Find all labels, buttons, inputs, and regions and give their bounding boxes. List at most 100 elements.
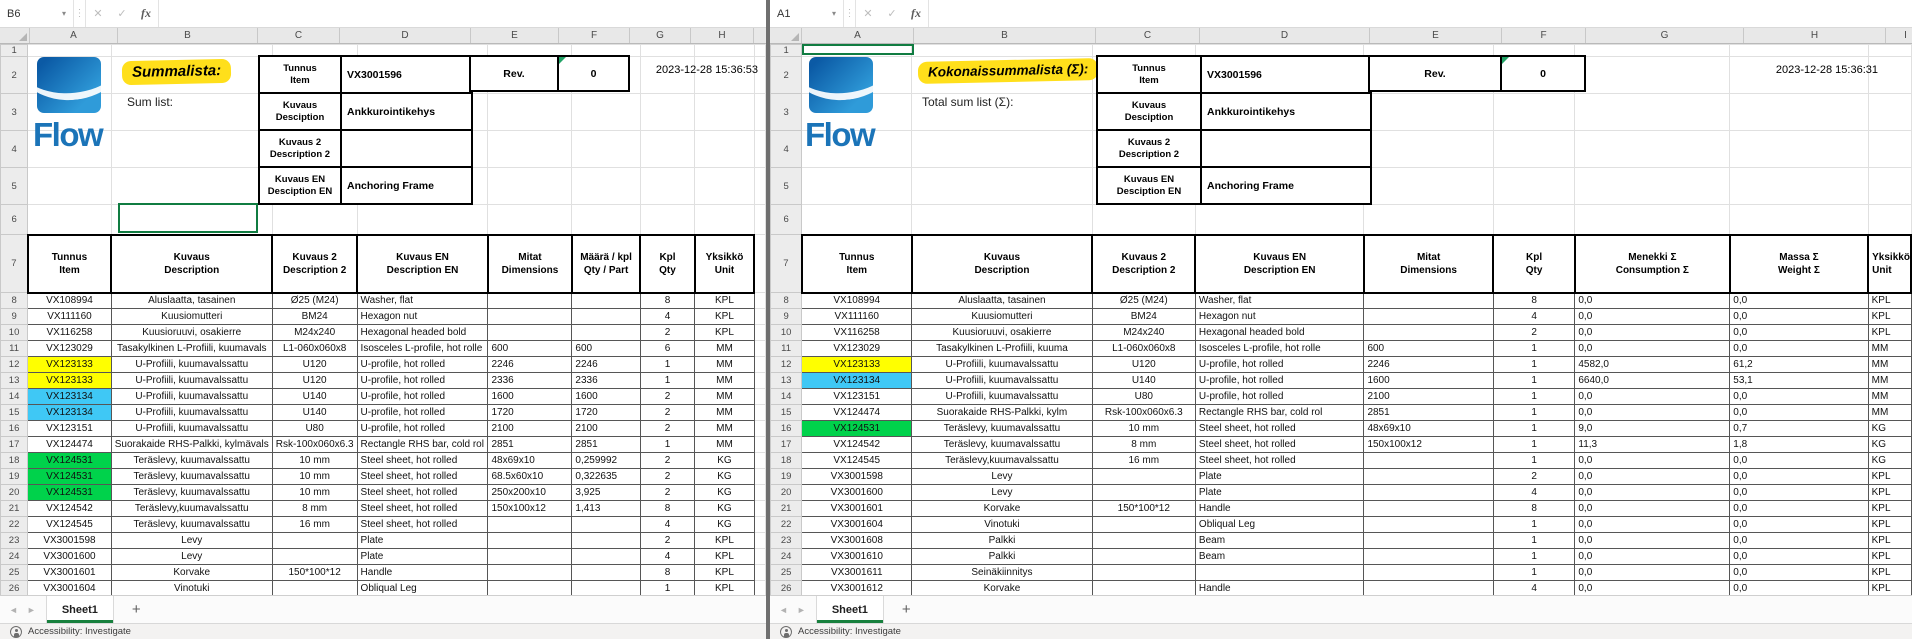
cell[interactable] bbox=[1364, 325, 1493, 341]
cell[interactable] bbox=[1364, 469, 1493, 485]
cell[interactable]: VX123134 bbox=[28, 405, 112, 421]
row-header-25[interactable]: 25 bbox=[771, 565, 802, 581]
rev-value-cell[interactable]: 0 bbox=[1500, 55, 1586, 92]
table-header-cell[interactable]: KuvausDescription bbox=[111, 235, 272, 293]
cell[interactable] bbox=[1868, 205, 1911, 235]
row-header-4[interactable]: 4 bbox=[771, 131, 802, 168]
row-header-13[interactable]: 13 bbox=[771, 373, 802, 389]
cell[interactable]: KPL bbox=[1868, 517, 1911, 533]
cell[interactable]: 3,925 bbox=[572, 485, 640, 501]
cell[interactable]: 1 bbox=[1493, 357, 1575, 373]
cell[interactable]: 1 bbox=[1493, 533, 1575, 549]
cell[interactable]: VX124531 bbox=[28, 485, 112, 501]
cell[interactable]: 0,0 bbox=[1730, 325, 1868, 341]
info-value-cell[interactable]: Ankkurointikehys bbox=[1201, 93, 1371, 130]
cell[interactable] bbox=[1195, 565, 1364, 581]
table-header-cell[interactable]: MitatDimensions bbox=[1364, 235, 1493, 293]
row-header-18[interactable]: 18 bbox=[1, 453, 28, 469]
cell[interactable]: Aluslaatta, tasainen bbox=[912, 293, 1092, 309]
insert-function-icon[interactable]: fx bbox=[904, 0, 928, 27]
cell[interactable]: 1 bbox=[1493, 517, 1575, 533]
cell[interactable]: 2 bbox=[640, 325, 695, 341]
cell[interactable] bbox=[488, 205, 572, 235]
cell[interactable] bbox=[488, 549, 572, 565]
column-header-partial[interactable] bbox=[754, 28, 766, 43]
cell[interactable] bbox=[28, 45, 112, 57]
cell[interactable]: KG bbox=[695, 453, 754, 469]
cell[interactable]: KG bbox=[1868, 437, 1911, 453]
cell[interactable]: 2246 bbox=[488, 357, 572, 373]
cell[interactable]: MM bbox=[1868, 341, 1911, 357]
cell[interactable]: 4 bbox=[640, 517, 695, 533]
cell[interactable]: 2 bbox=[640, 485, 695, 501]
cell[interactable]: Levy bbox=[912, 469, 1092, 485]
cell[interactable]: KPL bbox=[1868, 469, 1911, 485]
info-label-cell[interactable]: TunnusItem bbox=[259, 56, 341, 93]
row-header-16[interactable]: 16 bbox=[771, 421, 802, 437]
cell[interactable]: U-Profiili, kuumavalssattu bbox=[111, 357, 272, 373]
cell[interactable]: 8 bbox=[1493, 293, 1575, 309]
cell[interactable] bbox=[1575, 205, 1730, 235]
row-header-10[interactable]: 10 bbox=[1, 325, 28, 341]
cell[interactable]: L1-060x060x8 bbox=[1092, 341, 1195, 357]
cell[interactable] bbox=[1195, 205, 1364, 235]
cell[interactable]: VX3001610 bbox=[802, 549, 912, 565]
cell[interactable]: MM bbox=[695, 373, 754, 389]
cell[interactable]: Kuusiomutteri bbox=[912, 309, 1092, 325]
row-header-20[interactable]: 20 bbox=[771, 485, 802, 501]
cell[interactable]: 16 mm bbox=[1092, 453, 1195, 469]
cell[interactable]: MM bbox=[1868, 357, 1911, 373]
cell[interactable] bbox=[1730, 45, 1868, 57]
row-header-17[interactable]: 17 bbox=[771, 437, 802, 453]
table-header-cell[interactable]: Menekki ΣConsumption Σ bbox=[1575, 235, 1730, 293]
cell[interactable]: 0,0 bbox=[1730, 549, 1868, 565]
cell[interactable]: VX3001611 bbox=[802, 565, 912, 581]
cell[interactable]: 10 mm bbox=[1092, 421, 1195, 437]
cell[interactable]: Handle bbox=[357, 565, 488, 581]
cell[interactable]: U-Profiili, kuumavalssattu bbox=[111, 421, 272, 437]
cell[interactable]: Teräslevy, kuumavalssattu bbox=[111, 469, 272, 485]
cell[interactable] bbox=[754, 549, 765, 565]
cell[interactable]: VX3001604 bbox=[802, 517, 912, 533]
cell[interactable]: KPL bbox=[695, 565, 754, 581]
cell[interactable]: U-Profiili, kuumavalssattu bbox=[111, 405, 272, 421]
cell[interactable] bbox=[754, 293, 765, 309]
cell[interactable] bbox=[1364, 205, 1493, 235]
cell[interactable]: Teräslevy, kuumavalssattu bbox=[912, 421, 1092, 437]
cell[interactable] bbox=[1092, 549, 1195, 565]
cell[interactable]: VX123151 bbox=[28, 421, 112, 437]
accessibility-icon[interactable] bbox=[10, 626, 22, 638]
cell[interactable]: VX3001598 bbox=[28, 533, 112, 549]
cell[interactable]: VX111160 bbox=[28, 309, 112, 325]
cell[interactable]: 0,0 bbox=[1575, 565, 1730, 581]
cell[interactable]: Teräslevy,kuumavalssattu bbox=[111, 501, 272, 517]
cell[interactable] bbox=[754, 131, 765, 168]
cell[interactable]: VX123133 bbox=[802, 357, 912, 373]
info-label-cell[interactable]: Kuvaus 2Description 2 bbox=[1097, 130, 1201, 167]
cell[interactable]: MM bbox=[695, 405, 754, 421]
cell[interactable]: U-profile, hot rolled bbox=[357, 389, 488, 405]
table-header-cell[interactable]: TunnusItem bbox=[28, 235, 112, 293]
cell[interactable]: Tasakylkinen L-Profiili, kuuma bbox=[912, 341, 1092, 357]
cell[interactable]: VX124545 bbox=[802, 453, 912, 469]
cell[interactable]: Plate bbox=[1195, 469, 1364, 485]
cell[interactable] bbox=[1868, 94, 1911, 131]
cell[interactable] bbox=[1364, 517, 1493, 533]
row-header-6[interactable]: 6 bbox=[1, 205, 28, 235]
cell[interactable]: VX124542 bbox=[802, 437, 912, 453]
cell[interactable]: 1 bbox=[1493, 373, 1575, 389]
cell[interactable]: 6 bbox=[640, 341, 695, 357]
cell[interactable]: 10 mm bbox=[272, 485, 357, 501]
cell[interactable]: 1 bbox=[640, 357, 695, 373]
row-header-21[interactable]: 21 bbox=[1, 501, 28, 517]
cell[interactable]: 2100 bbox=[1364, 389, 1493, 405]
cell[interactable]: 150*100*12 bbox=[272, 565, 357, 581]
row-header-1[interactable]: 1 bbox=[771, 45, 802, 57]
row-header-1[interactable]: 1 bbox=[1, 45, 28, 57]
cell[interactable] bbox=[1575, 168, 1730, 205]
cell[interactable]: U-profile, hot rolled bbox=[357, 373, 488, 389]
name-box[interactable]: A1 ▾ bbox=[770, 0, 844, 27]
cell[interactable]: 2 bbox=[1493, 325, 1575, 341]
cell[interactable]: 1 bbox=[1493, 389, 1575, 405]
info-label-cell[interactable]: Kuvaus ENDesciption EN bbox=[259, 167, 341, 204]
